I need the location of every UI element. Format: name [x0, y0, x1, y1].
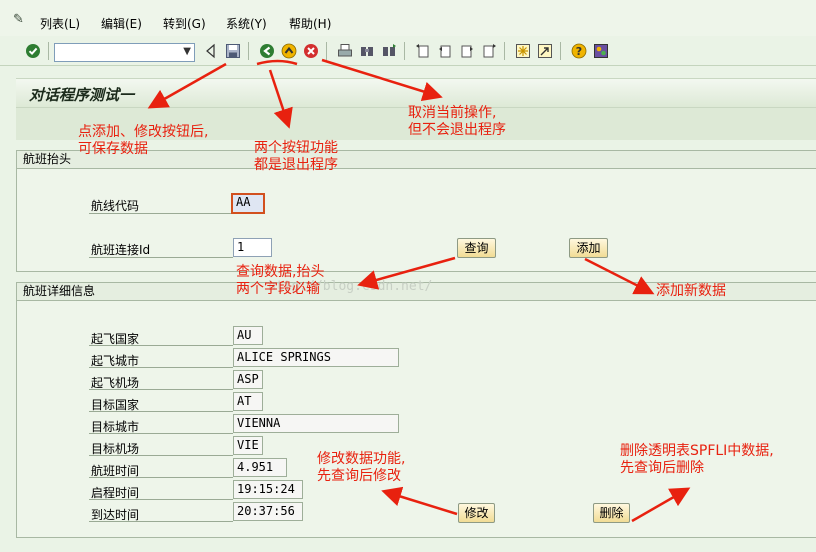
- previous-screen-icon[interactable]: [203, 43, 219, 59]
- menu-system[interactable]: 系统(Y): [226, 15, 267, 32]
- add-button[interactable]: 添加: [569, 238, 608, 258]
- save-icon[interactable]: [225, 43, 241, 59]
- first-page-icon[interactable]: [415, 43, 431, 59]
- menu-bar: ✎ 列表(L) 编辑(E) 转到(G) 系统(Y) 帮助(H): [0, 0, 816, 36]
- menu-edit[interactable]: 编辑(E): [101, 15, 142, 32]
- arrival-time-field: 20:37:56: [233, 502, 303, 521]
- system-menu-icon[interactable]: ✎: [13, 12, 24, 27]
- menu-help[interactable]: 帮助(H): [289, 15, 331, 32]
- command-field[interactable]: ▼: [54, 43, 195, 62]
- departure-city-field: ALICE SPRINGS: [233, 348, 399, 367]
- save-note: 点添加、修改按钮后, 可保存数据: [78, 124, 209, 157]
- enter-icon[interactable]: [25, 43, 41, 59]
- find-icon[interactable]: [359, 43, 375, 59]
- flight-time-field: 4.951: [233, 458, 287, 477]
- destination-city-field: VIENNA: [233, 414, 399, 433]
- modify-button[interactable]: 修改: [458, 503, 495, 523]
- departure-time-field: 19:15:24: [233, 480, 303, 499]
- destination-airport-field: VIE: [233, 436, 263, 455]
- print-icon[interactable]: [337, 43, 353, 59]
- find-next-icon[interactable]: [381, 43, 397, 59]
- svg-text:?: ?: [576, 45, 582, 58]
- cancel-note: 取消当前操作, 但不会退出程序: [408, 105, 506, 138]
- shortcut-icon[interactable]: [537, 43, 553, 59]
- next-page-icon[interactable]: [459, 43, 475, 59]
- destination-country-field: AT: [233, 392, 263, 411]
- exit-note: 两个按钮功能 都是退出程序: [254, 140, 338, 173]
- command-dropdown-icon[interactable]: ▼: [183, 46, 191, 57]
- carrier-code-label: 航线代码: [91, 199, 140, 213]
- query-note: 查询数据,抬头 两个字段必输: [236, 264, 325, 297]
- new-session-icon[interactable]: [515, 43, 531, 59]
- connection-id-input[interactable]: 1: [233, 238, 272, 257]
- modify-note: 修改数据功能, 先查询后修改: [317, 451, 406, 484]
- departure-country-field: AU: [233, 326, 263, 345]
- menu-goto[interactable]: 转到(G): [163, 15, 206, 32]
- exit-icon[interactable]: [281, 43, 297, 59]
- connection-id-label: 航班连接Id: [91, 243, 151, 257]
- departure-airport-field: ASP: [233, 370, 263, 389]
- menu-list[interactable]: 列表(L): [40, 15, 80, 32]
- layout-icon[interactable]: [593, 43, 609, 59]
- last-page-icon[interactable]: [481, 43, 497, 59]
- add-note: 添加新数据: [656, 283, 726, 299]
- page-title: 对话程序测试一: [29, 86, 135, 104]
- query-button[interactable]: 查询: [457, 238, 496, 258]
- previous-page-icon[interactable]: [437, 43, 453, 59]
- delete-note: 删除透明表SPFLI中数据, 先查询后删除: [620, 443, 774, 476]
- cancel-icon[interactable]: [303, 43, 319, 59]
- title-bar: 对话程序测试一: [16, 78, 816, 108]
- help-icon[interactable]: ?: [571, 43, 587, 59]
- delete-button[interactable]: 删除: [593, 503, 630, 523]
- carrier-code-input[interactable]: AA: [231, 193, 265, 214]
- back-icon[interactable]: [259, 43, 275, 59]
